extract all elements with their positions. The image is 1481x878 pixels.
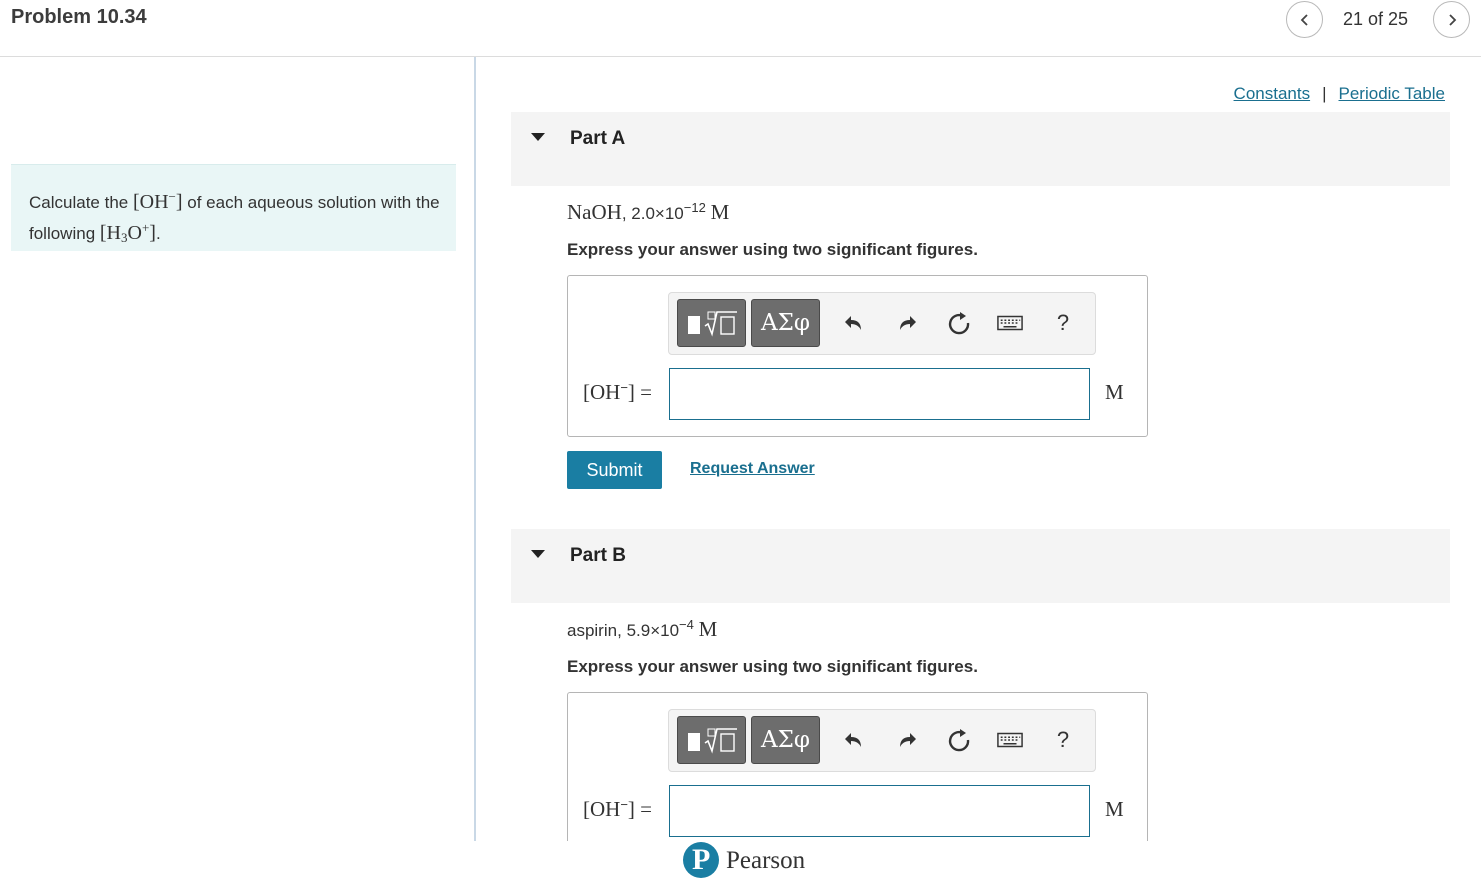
collapse-caret-icon: [531, 550, 545, 558]
undo-button[interactable]: [841, 309, 867, 337]
part-b-instruction: Express your answer using two significan…: [567, 657, 978, 676]
redo-button[interactable]: [894, 309, 920, 337]
help-button[interactable]: ?: [1050, 726, 1076, 754]
submit-button[interactable]: Submit: [567, 451, 662, 489]
math-toolbar: ΑΣφ ?: [668, 292, 1096, 355]
part-a-unit: M: [1105, 380, 1124, 404]
header-bar: Problem 10.34 21 of 25: [0, 0, 1481, 57]
next-problem-button[interactable]: [1433, 1, 1470, 38]
keyboard-icon: [997, 732, 1023, 748]
h3o-formula: [H3O+]: [99, 220, 156, 245]
keyboard-icon: [997, 315, 1023, 331]
part-a-label: Part A: [570, 128, 626, 149]
math-toolbar: ΑΣφ ?: [668, 709, 1096, 772]
part-a-header[interactable]: Part A: [511, 112, 1450, 186]
part-b-answer-box: ΑΣφ ? [OH−] = M: [567, 692, 1148, 842]
redo-icon: [900, 733, 916, 747]
help-button[interactable]: ?: [1050, 309, 1076, 337]
greek-symbols-button[interactable]: ΑΣφ: [751, 716, 820, 764]
problem-counter: 21 of 25: [1343, 9, 1409, 29]
collapse-caret-icon: [531, 133, 545, 141]
templates-icon: [687, 728, 737, 754]
reset-icon: [948, 312, 970, 335]
templates-button[interactable]: [677, 716, 746, 764]
chevron-right-icon: [1448, 13, 1456, 26]
pane-divider[interactable]: [474, 57, 476, 842]
templates-icon: [687, 311, 737, 337]
undo-button[interactable]: [841, 726, 867, 754]
periodic-table-link[interactable]: Periodic Table: [1339, 84, 1445, 103]
part-a-given: NaOH, 2.0×10−12 M: [567, 200, 730, 224]
reset-button[interactable]: [946, 309, 972, 337]
greek-symbols-button[interactable]: ΑΣφ: [751, 299, 820, 347]
footer: P Pearson: [0, 841, 1481, 878]
resource-links: Constants | Periodic Table: [1234, 84, 1445, 104]
link-separator: |: [1322, 84, 1327, 103]
problem-statement: Calculate the [OH−] of each aqueous solu…: [11, 164, 456, 251]
constants-link[interactable]: Constants: [1234, 84, 1311, 103]
intro-text-end: .: [155, 224, 161, 243]
part-a-equation-label: [OH−] =: [583, 380, 653, 404]
part-b-unit: M: [1105, 797, 1124, 821]
oh-formula: [OH−]: [132, 189, 183, 213]
undo-icon: [845, 733, 861, 747]
redo-button[interactable]: [894, 726, 920, 754]
page-title: Problem 10.34: [11, 6, 147, 28]
part-a-answer-input[interactable]: [669, 368, 1090, 420]
part-b-given: aspirin, 5.9×10−4 M: [567, 617, 718, 641]
part-b-equation-label: [OH−] =: [583, 797, 653, 821]
redo-icon: [900, 316, 916, 330]
part-a-answer-box: ΑΣφ ? [OH−] = M: [567, 275, 1148, 437]
pearson-logo-icon: P: [683, 842, 719, 878]
pearson-brand: Pearson: [726, 847, 806, 874]
templates-button[interactable]: [677, 299, 746, 347]
previous-problem-button[interactable]: [1286, 1, 1323, 38]
request-answer-link[interactable]: Request Answer: [690, 460, 815, 478]
part-b-label: Part B: [570, 545, 626, 566]
undo-icon: [845, 316, 861, 330]
part-a-instruction: Express your answer using two significan…: [567, 240, 978, 259]
reset-icon: [948, 729, 970, 752]
part-b-answer-input[interactable]: [669, 785, 1090, 837]
reset-button[interactable]: [946, 726, 972, 754]
part-b-header[interactable]: Part B: [511, 529, 1450, 603]
chevron-left-icon: [1300, 13, 1308, 26]
keyboard-button[interactable]: [997, 309, 1023, 337]
intro-text-before: Calculate the: [29, 193, 129, 212]
keyboard-button[interactable]: [997, 726, 1023, 754]
